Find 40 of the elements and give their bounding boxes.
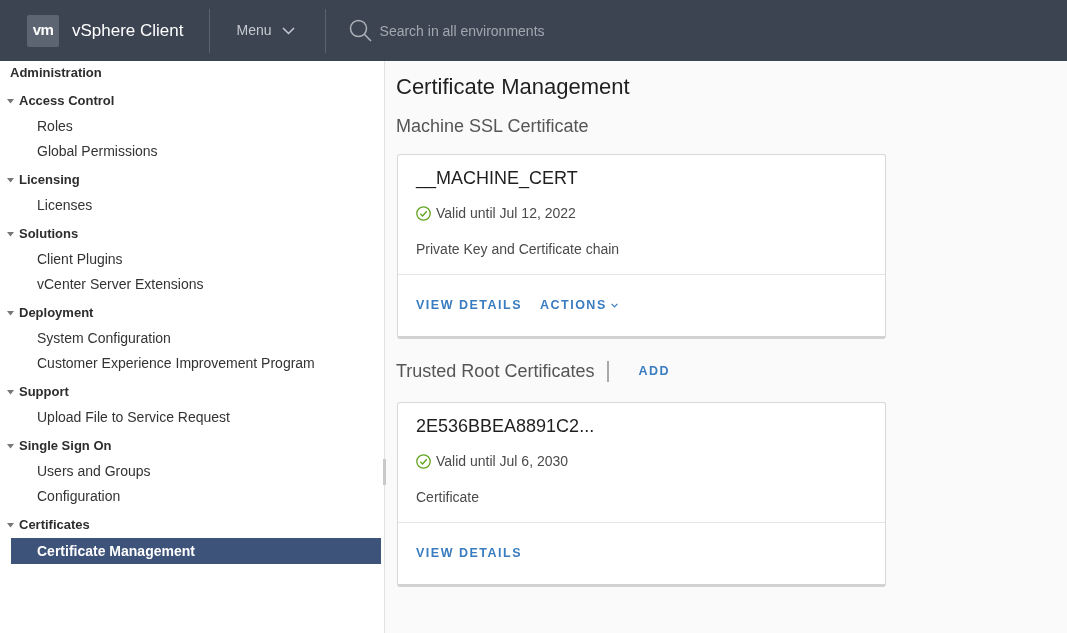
certificate-description: Private Key and Certificate chain [416, 240, 621, 259]
certificate-name: __MACHINE_CERT [416, 167, 579, 190]
nav-item[interactable]: Global Permissions [11, 139, 381, 164]
page-title: Certificate Management [396, 73, 631, 101]
nav-item[interactable]: Upload File to Service Request [11, 405, 381, 430]
nav-item[interactable]: Client Plugins [11, 247, 381, 272]
validity-text: Valid until Jul 6, 2030 [436, 451, 569, 471]
view-details-link[interactable]: VIEW DETAILS [416, 296, 522, 315]
nav-group-header[interactable]: Certificates [0, 512, 90, 538]
chevron-down-icon [281, 26, 295, 35]
section-heading: Trusted Root Certificates [396, 359, 595, 383]
validity-text: Valid until Jul 12, 2022 [436, 203, 576, 223]
certificate-description: Certificate [416, 488, 481, 507]
vm-logo: vm [27, 14, 59, 47]
menu-button[interactable]: Menu [236, 20, 295, 41]
view-details-link[interactable]: VIEW DETAILS [416, 544, 522, 563]
nav-group-header[interactable]: Deployment [0, 300, 94, 326]
actions-dropdown[interactable]: ACTIONS [539, 296, 618, 315]
certificate-name: 2E536BBEA8891C2... [416, 415, 596, 438]
search-icon [348, 19, 372, 42]
nav-item[interactable]: System Configuration [11, 326, 381, 351]
app-title: vSphere Client [72, 19, 184, 42]
nav-item[interactable]: Configuration [11, 484, 381, 509]
nav-group-header[interactable]: Licensing [0, 167, 80, 193]
nav-group-header[interactable]: Single Sign On [0, 433, 112, 459]
nav-item[interactable]: Customer Experience Improvement Program [11, 351, 381, 376]
nav-group-header[interactable]: Support [0, 379, 69, 405]
caret-icon [610, 303, 618, 308]
nav-item[interactable]: Certificate Management [11, 538, 381, 564]
nav-item[interactable]: Users and Groups [11, 459, 381, 484]
nav-group-header[interactable]: Access Control [0, 88, 115, 114]
nav-item[interactable]: Roles [11, 114, 381, 139]
section-heading: Machine SSL Certificate [396, 114, 589, 138]
sidebar-title: Administration [9, 64, 103, 82]
scrollbar-thumb[interactable] [383, 459, 386, 485]
nav-group-header[interactable]: Solutions [0, 221, 79, 247]
add-link[interactable]: ADD [638, 361, 670, 381]
nav-item[interactable]: vCenter Server Extensions [11, 272, 381, 297]
nav-item[interactable]: Licenses [11, 193, 381, 218]
search-field[interactable]: Search in all environments [379, 15, 680, 46]
